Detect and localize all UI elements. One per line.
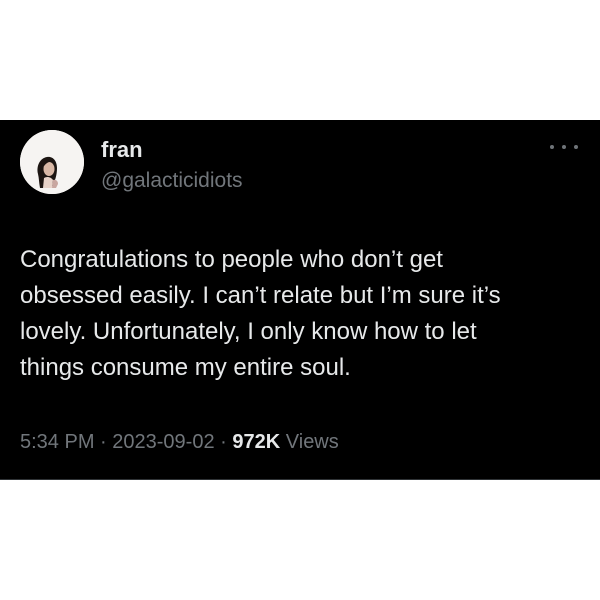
more-dot [574,145,578,149]
more-options-icon[interactable] [550,140,578,154]
tweet-time[interactable]: 5:34 PM [20,431,94,453]
avatar[interactable] [20,130,84,194]
tweet-text-line: lovely. Unfortunately, I only know how t… [20,318,477,345]
more-dot [562,145,566,149]
tweet-date[interactable]: 2023-09-02 [112,431,214,453]
tweet-text-line: Congratulations to people who don’t get [20,246,443,273]
tweet-meta: 5:34 PM · 2023-09-02 · 972K Views [20,428,339,456]
author-handle[interactable]: @galacticidiots [101,168,243,194]
tweet-text-line: obsessed easily. I can’t relate but I’m … [20,282,501,309]
tweet-card: fran @galacticidiots Congratulations to … [0,120,600,480]
avatar-photo [20,130,84,194]
meta-separator: · [220,431,227,453]
tweet-text-line: things consume my entire soul. [20,354,351,381]
views-label[interactable]: Views [286,431,339,453]
divider [0,479,600,480]
tweet-text: Congratulations to people who don’t get … [20,242,580,386]
more-dot [550,145,554,149]
meta-separator: · [100,431,107,453]
views-count[interactable]: 972K [232,431,280,453]
author-name[interactable]: fran [101,137,143,163]
